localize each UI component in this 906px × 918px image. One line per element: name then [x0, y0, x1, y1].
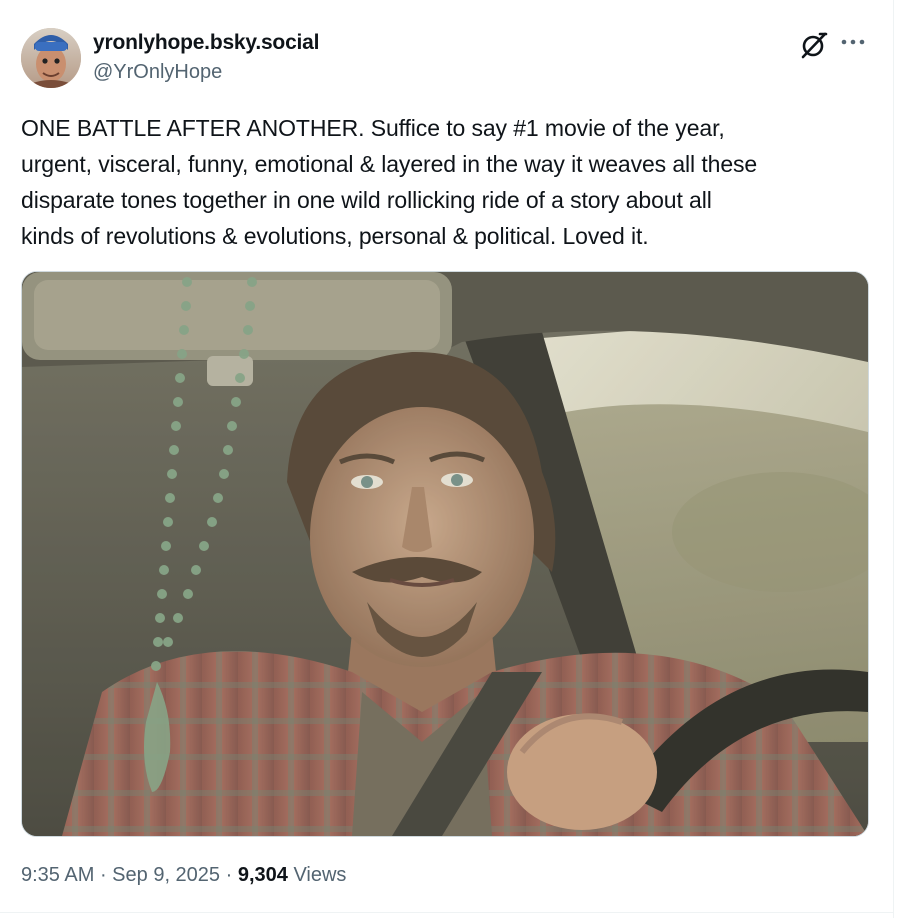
meta-separator: · [220, 864, 238, 886]
meta-separator: · [94, 864, 113, 886]
more-dots-icon[interactable] [840, 32, 866, 52]
views-label: Views [287, 864, 347, 886]
post-card: yronlyhope.bsky.social @YrOnlyHope ONE B… [0, 0, 893, 918]
movie-still-image [22, 272, 868, 836]
profile-photo-icon [21, 28, 81, 88]
post-meta: 9:35 AM · Sep 9, 2025 · 9,304 Views [21, 864, 346, 887]
post-date[interactable]: Sep 9, 2025 [112, 864, 220, 886]
author-avatar[interactable] [21, 28, 81, 88]
views-count: 9,304 [237, 864, 288, 886]
post-text: ONE BATTLE AFTER ANOTHER. Suffice to say… [21, 115, 758, 249]
grok-icon[interactable] [799, 30, 829, 60]
post-time[interactable]: 9:35 AM [21, 864, 94, 886]
right-divider [893, 0, 894, 918]
author-handle[interactable]: @YrOnlyHope [93, 61, 222, 84]
bottom-divider [0, 912, 893, 913]
post-media-photo[interactable] [21, 271, 869, 837]
author-display-name[interactable]: yronlyhope.bsky.social [93, 31, 319, 55]
